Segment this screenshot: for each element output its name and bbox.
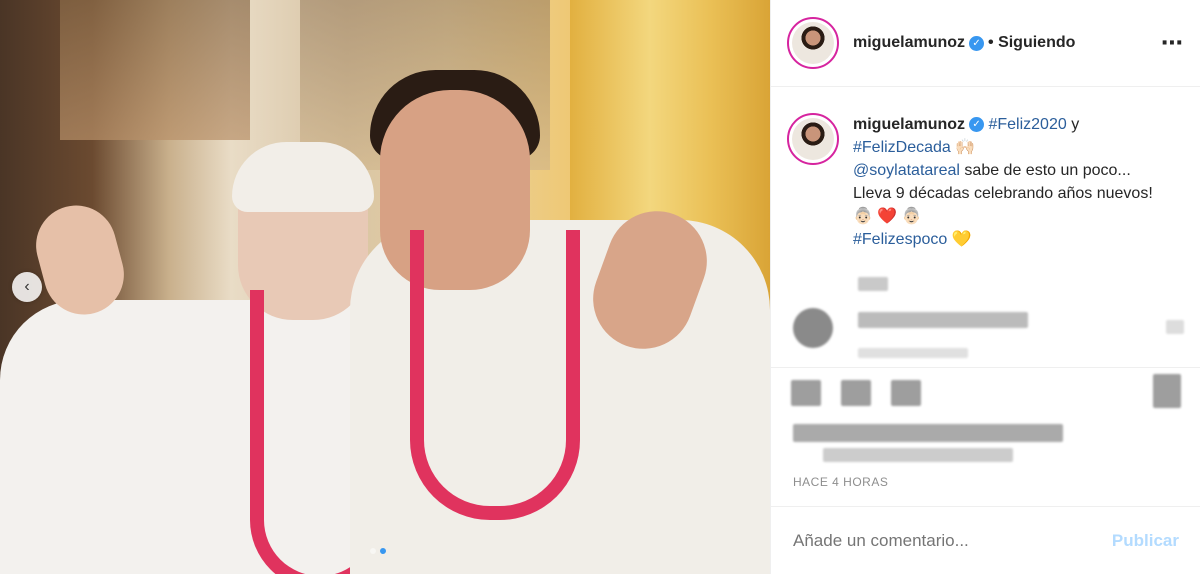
publish-button[interactable]: Publicar bbox=[1112, 531, 1179, 551]
blurred-likes bbox=[793, 424, 1063, 442]
hashtag-link[interactable]: #FelizDecada bbox=[853, 139, 951, 156]
yellow-heart-emoji: 💛 bbox=[951, 231, 972, 248]
chevron-left-icon: ‹ bbox=[24, 278, 30, 295]
carousel-dot-active bbox=[380, 548, 386, 554]
avatar[interactable] bbox=[787, 17, 839, 69]
avatar[interactable] bbox=[787, 113, 839, 165]
caption-line: Lleva 9 décadas celebrando años nuevos! bbox=[853, 185, 1153, 202]
blurred-meta bbox=[858, 348, 968, 358]
verified-icon: ✓ bbox=[969, 35, 985, 51]
mention-link[interactable]: @soylatatareal bbox=[853, 162, 960, 179]
caption-line: sabe de esto un poco... bbox=[959, 162, 1131, 179]
instagram-post: ‹ miguelamunoz ✓ • Siguiendo ⋯ miguelamu… bbox=[0, 0, 1200, 574]
save-icon[interactable] bbox=[1153, 374, 1181, 408]
comment-icon[interactable] bbox=[841, 380, 871, 406]
like-icon[interactable] bbox=[791, 380, 821, 406]
follow-status[interactable]: • Siguiendo bbox=[988, 34, 1075, 52]
blurred-heart-icon bbox=[1166, 320, 1184, 334]
caption-username[interactable]: miguelamunoz bbox=[853, 116, 965, 133]
post-timestamp[interactable]: HACE 4 HORAS bbox=[793, 475, 888, 489]
more-options-icon[interactable]: ⋯ bbox=[1161, 30, 1184, 56]
blurred-avatar bbox=[793, 308, 833, 348]
blurred-text bbox=[858, 277, 888, 291]
hashtag-link[interactable]: #Feliz2020 bbox=[988, 116, 1066, 133]
raised-hands-emoji: 🙌🏻 bbox=[955, 139, 976, 156]
share-icon[interactable] bbox=[891, 380, 921, 406]
blurred-likes bbox=[823, 448, 1013, 462]
hashtag-link[interactable]: #Felizespoco bbox=[853, 231, 947, 248]
heart-emoji: 👵🏻 ❤️ 👵🏻 bbox=[853, 208, 922, 225]
comment-input[interactable] bbox=[793, 530, 1112, 551]
pink-garland bbox=[410, 230, 580, 520]
post-caption: miguelamunoz ✓ #Feliz2020 y #FelizDecada … bbox=[771, 87, 1200, 350]
avatar-image bbox=[792, 118, 834, 160]
photo-window bbox=[60, 0, 250, 140]
blurred-comment bbox=[858, 312, 1028, 328]
caption-word: y bbox=[1066, 116, 1080, 133]
username-link[interactable]: miguelamunoz bbox=[853, 34, 965, 52]
post-header: miguelamunoz ✓ • Siguiendo ⋯ bbox=[771, 0, 1200, 87]
previous-photo-button[interactable]: ‹ bbox=[12, 272, 42, 302]
post-sidebar: miguelamunoz ✓ • Siguiendo ⋯ miguelamuno… bbox=[770, 0, 1200, 574]
avatar-image bbox=[792, 22, 834, 64]
carousel-dot bbox=[370, 548, 376, 554]
carousel-indicator bbox=[370, 548, 386, 554]
verified-icon: ✓ bbox=[969, 117, 985, 133]
man-figure bbox=[350, 70, 770, 574]
post-photo[interactable]: ‹ bbox=[0, 0, 770, 574]
comment-bar: Publicar bbox=[771, 506, 1200, 574]
